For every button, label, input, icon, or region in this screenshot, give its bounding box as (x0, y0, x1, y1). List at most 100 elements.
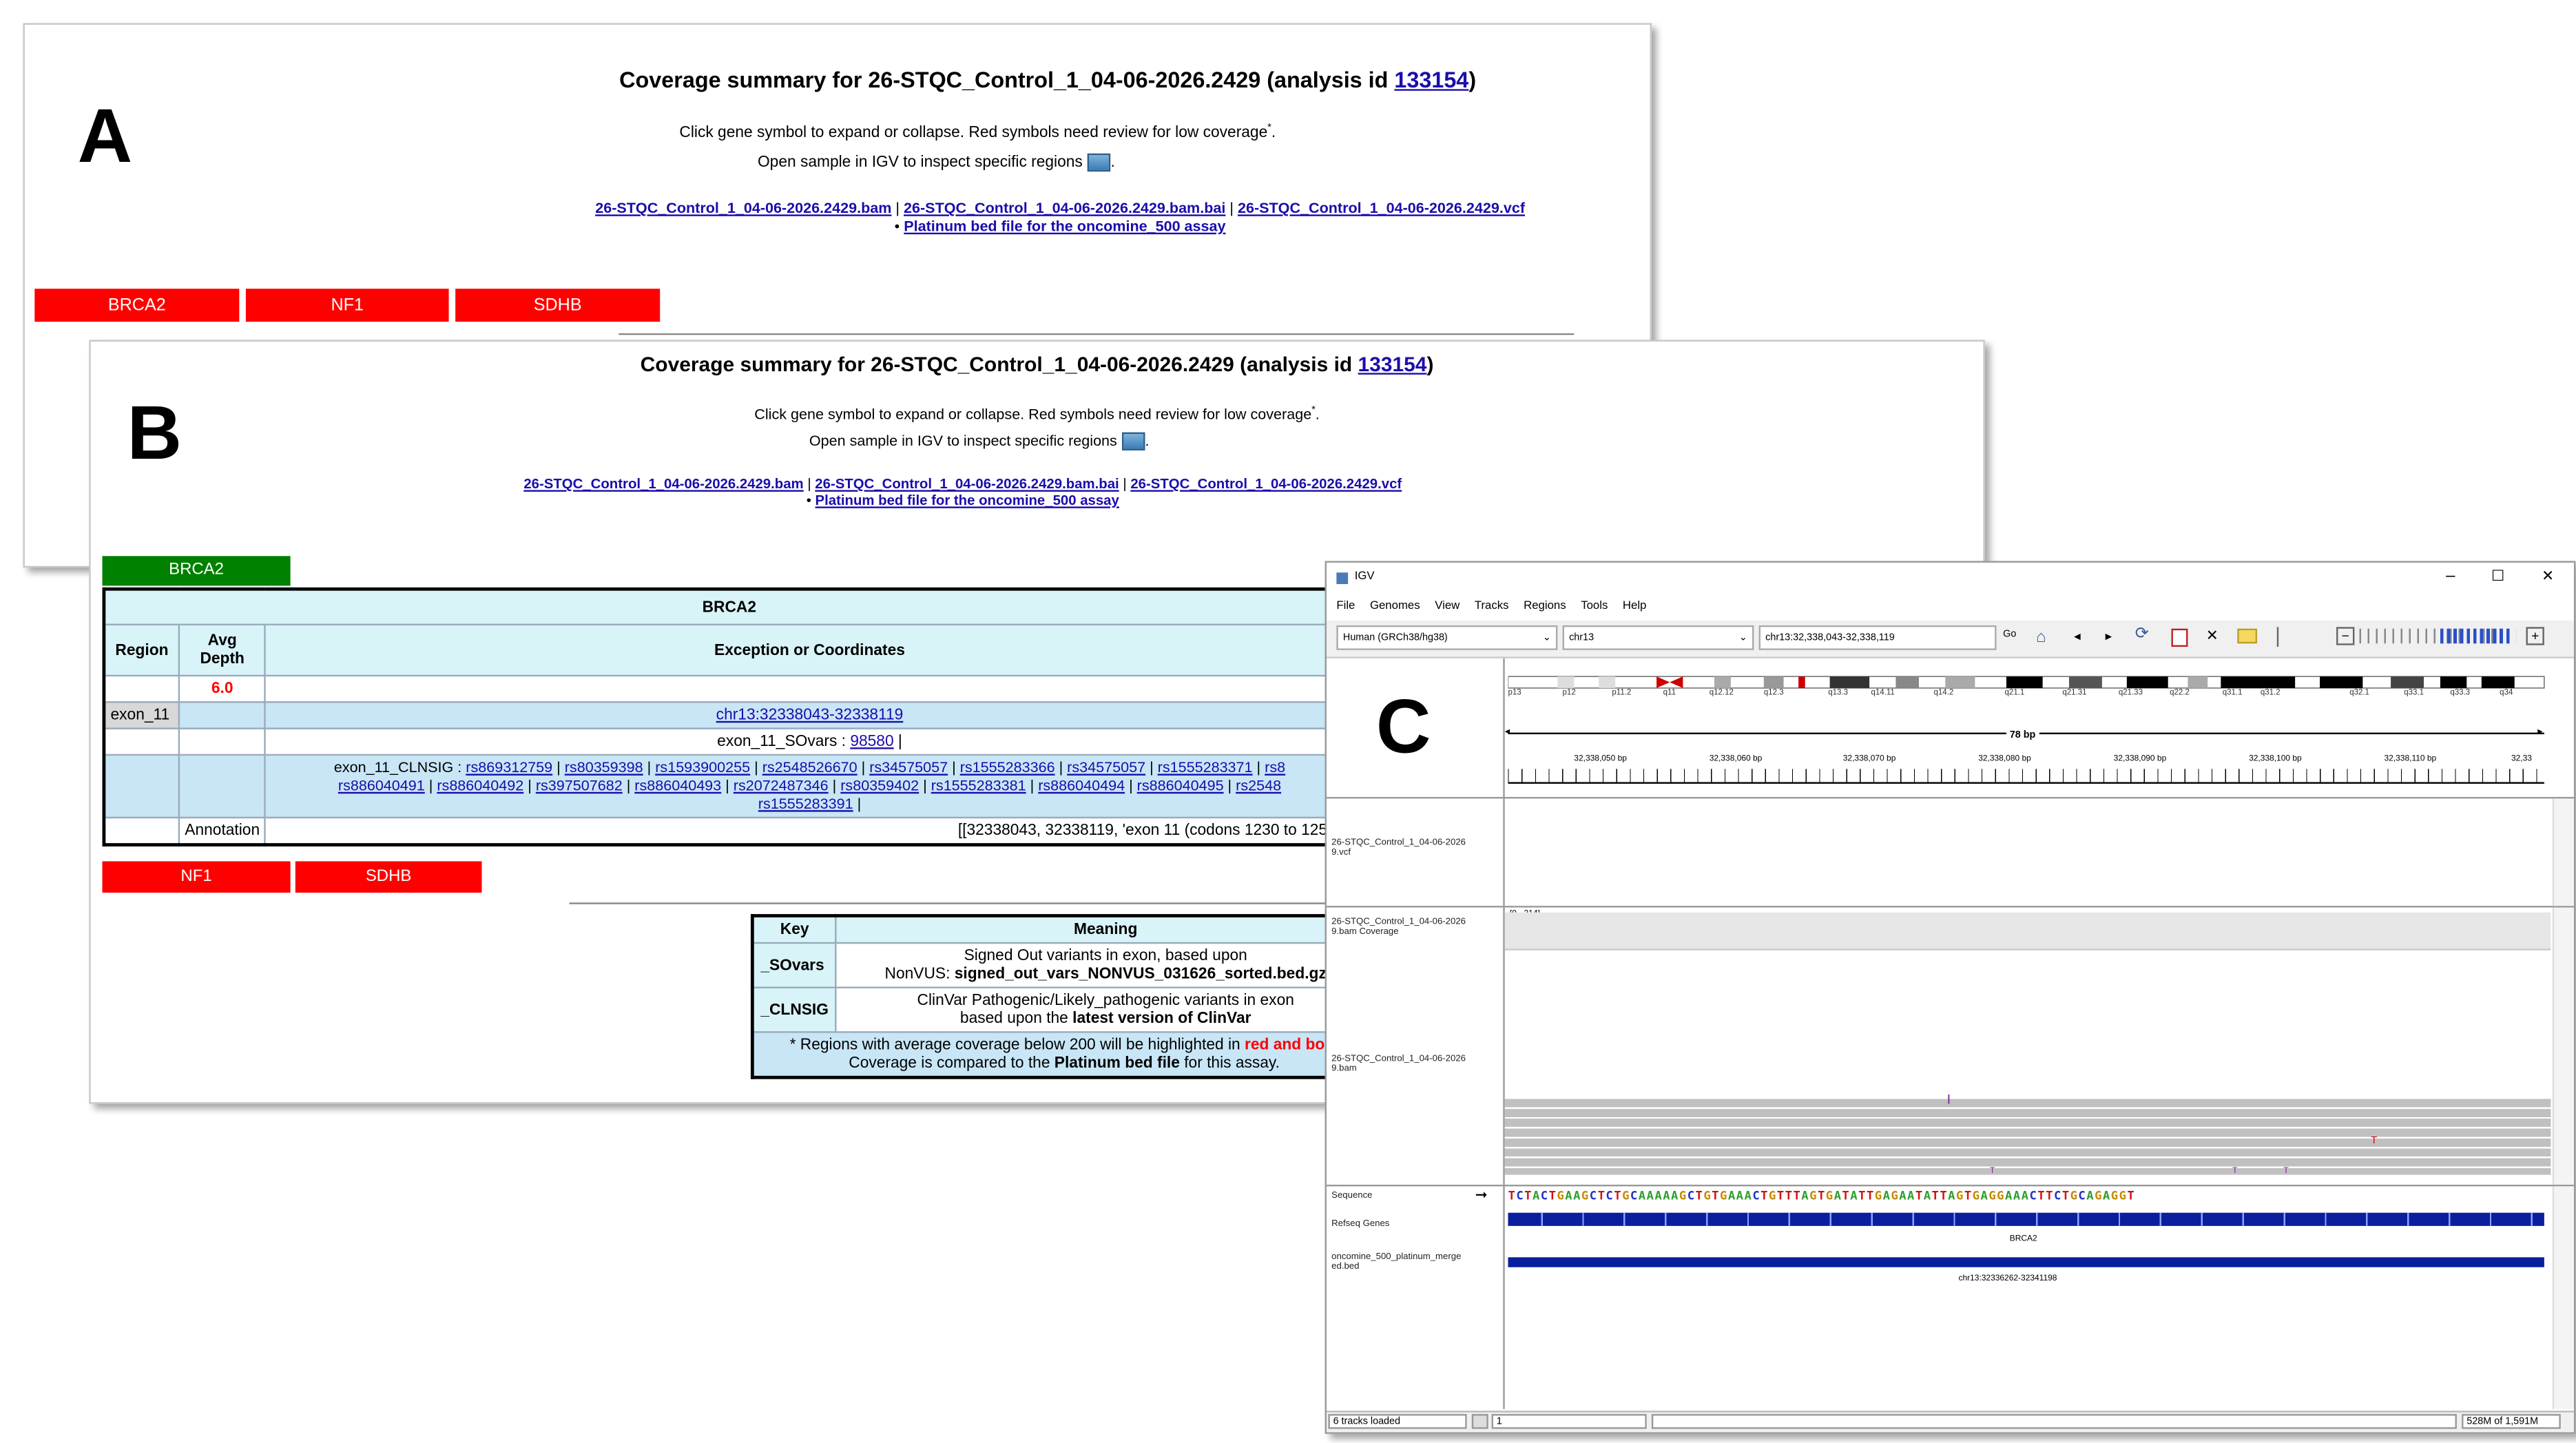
zoom-out-icon[interactable]: − (2336, 627, 2355, 645)
base: A (1565, 1187, 1574, 1203)
ruler-icon[interactable] (2171, 628, 2188, 647)
gene-button-nf1[interactable]: NF1 (245, 289, 449, 322)
vcf-link[interactable]: 26-STQC_Control_1_04-06-2026.2429.vcf (1130, 475, 1402, 492)
clnsig-link[interactable]: rs80359398 (565, 759, 643, 776)
table-title: BRCA2 (103, 588, 1355, 625)
base: A (2086, 1187, 2095, 1203)
menu-help[interactable]: Help (1623, 596, 1647, 619)
clnsig-link[interactable]: rs2548 (1236, 777, 1281, 793)
clnsig-link[interactable]: rs1555283381 (931, 777, 1026, 793)
base: A (1736, 1187, 1745, 1203)
clnsig-link[interactable]: rs80359402 (840, 777, 919, 793)
close-icon[interactable]: ✕ (2542, 568, 2554, 585)
gene-button-nf1[interactable]: NF1 (102, 861, 291, 893)
tracks-loaded: 6 tracks loaded (1328, 1413, 1467, 1429)
bed-link[interactable]: Platinum bed file for the oncomine_500 a… (816, 492, 1119, 508)
clnsig-link[interactable]: rs34575057 (869, 759, 948, 776)
insertion-marker: I (1946, 1092, 1951, 1108)
base: T (1524, 1187, 1533, 1203)
gene-button-sdhb[interactable]: SDHB (295, 861, 482, 893)
igv-open-icon[interactable] (1088, 153, 1111, 172)
clnsig-link[interactable]: rs886040493 (634, 777, 721, 793)
coords-link[interactable]: chr13:32338043-32338119 (716, 706, 904, 724)
bed-feature[interactable] (1508, 1257, 2544, 1267)
reference-sequence: TCTACTGAAGCTCTGCAAAAAGCTGTGAAACTGTTTAGTG… (1508, 1188, 2547, 1203)
clnsig-link[interactable]: rs1555283366 (960, 759, 1055, 776)
igv-open-text: Open sample in IGV to inspect specific r… (91, 433, 1984, 451)
clnsig-link[interactable]: rs886040494 (1038, 777, 1125, 793)
vcf-link[interactable]: 26-STQC_Control_1_04-06-2026.2429.vcf (1238, 200, 1525, 216)
menu-tools[interactable]: Tools (1581, 596, 1608, 619)
chromosome-dropdown[interactable]: chr13 ⌄ (1562, 625, 1754, 650)
read-alignments[interactable] (1504, 1099, 2551, 1175)
go-button[interactable]: Go (2003, 630, 2016, 640)
base: A (1671, 1187, 1679, 1203)
clnsig-link[interactable]: rs886040492 (437, 777, 523, 793)
base: G (1809, 1187, 1818, 1203)
clnsig-link[interactable]: rs8 (1265, 759, 1285, 776)
col-depth: Avg Depth (178, 623, 267, 677)
divider (569, 902, 1329, 904)
clnsig-cell: exon_11_CLNSIG : rs869312759 | rs8035939… (264, 754, 1355, 819)
back-icon[interactable]: ◂ (2074, 629, 2081, 644)
ruler[interactable]: 32,338,050 bp 32,338,060 bp 32,338,070 b… (1508, 754, 2544, 787)
scrollbar[interactable] (2552, 907, 2574, 1185)
coverage-bar[interactable] (1504, 912, 2551, 951)
scrollbar[interactable] (2552, 798, 2574, 906)
zoom-in-icon[interactable]: + (2526, 627, 2544, 645)
zoom-slider-fill (2440, 628, 2513, 644)
genome-dropdown[interactable]: Human (GRCh38/hg38) ⌄ (1336, 625, 1558, 650)
gene-button-brca2[interactable]: BRCA2 (34, 289, 240, 322)
base: A (2004, 1187, 2013, 1203)
bai-link[interactable]: 26-STQC_Control_1_04-06-2026.2429.bam.ba… (815, 475, 1119, 492)
clnsig-link[interactable]: rs34575057 (1067, 759, 1145, 776)
igv-open-icon[interactable] (1122, 432, 1145, 451)
menu-view[interactable]: View (1435, 596, 1460, 619)
base: G (2110, 1187, 2119, 1203)
clnsig-link[interactable]: rs1555283391 (758, 796, 853, 812)
divider (619, 333, 1575, 335)
forward-icon[interactable]: ▸ (2106, 629, 2112, 644)
base: A (1744, 1187, 1753, 1203)
strand-arrow-icon[interactable]: ➞ (1475, 1186, 1488, 1204)
gene-button-sdhb[interactable]: SDHB (455, 289, 661, 322)
menu-genomes[interactable]: Genomes (1370, 596, 1420, 619)
base: A (1907, 1187, 1915, 1203)
sovars-link[interactable]: 98580 (850, 733, 893, 751)
base: G (1720, 1187, 1728, 1203)
menu-regions[interactable]: Regions (1524, 596, 1566, 619)
clnsig-link[interactable]: rs886040495 (1137, 777, 1224, 793)
minimize-icon[interactable]: – (2446, 568, 2455, 585)
scrollbar[interactable] (2552, 1186, 2574, 1409)
maximize-icon[interactable]: ☐ (2491, 568, 2504, 585)
home-icon[interactable]: ⌂ (2036, 629, 2046, 647)
clnsig-link[interactable]: rs869312759 (466, 759, 552, 776)
menu-file[interactable]: File (1336, 596, 1355, 619)
analysis-id-link[interactable]: 133154 (1394, 68, 1468, 92)
clnsig-link[interactable]: rs397507682 (536, 777, 623, 793)
refresh-icon[interactable]: ⟳ (2135, 625, 2149, 643)
bed-link[interactable]: Platinum bed file for the oncomine_500 a… (904, 218, 1225, 234)
base: A (1882, 1187, 1891, 1203)
base: T (1858, 1187, 1867, 1203)
analysis-id-link[interactable]: 133154 (1358, 353, 1427, 377)
bai-link[interactable]: 26-STQC_Control_1_04-06-2026.2429.bam.ba… (904, 200, 1225, 216)
bam-link[interactable]: 26-STQC_Control_1_04-06-2026.2429.bam (595, 200, 891, 216)
popup-icon[interactable] (2237, 628, 2258, 644)
clnsig-link[interactable]: rs1593900255 (655, 759, 750, 776)
chevron-down-icon: ⌄ (1738, 633, 1747, 644)
mismatch-marker: T (2371, 1136, 2378, 1147)
base: G (1557, 1187, 1566, 1203)
menu-tracks[interactable]: Tracks (1475, 596, 1509, 619)
bam-link[interactable]: 26-STQC_Control_1_04-06-2026.2429.bam (523, 475, 803, 492)
close-icon[interactable]: ✕ (2206, 627, 2219, 645)
clnsig-link[interactable]: rs886040491 (338, 777, 425, 793)
locus-input[interactable]: chr13:32,338,043-32,338,119 (1758, 625, 1997, 650)
clnsig-link[interactable]: rs1555283371 (1158, 759, 1253, 776)
gene-button-brca2[interactable]: BRCA2 (102, 556, 291, 586)
base: T (1785, 1187, 1794, 1203)
clnsig-link[interactable]: rs2072487346 (734, 777, 829, 793)
refseq-gene-feature[interactable] (1508, 1212, 2544, 1226)
annotation-value: [[32338043, 32338119, 'exon 11 (codons 1… (264, 816, 1355, 846)
clnsig-link[interactable]: rs2548526670 (762, 759, 858, 776)
